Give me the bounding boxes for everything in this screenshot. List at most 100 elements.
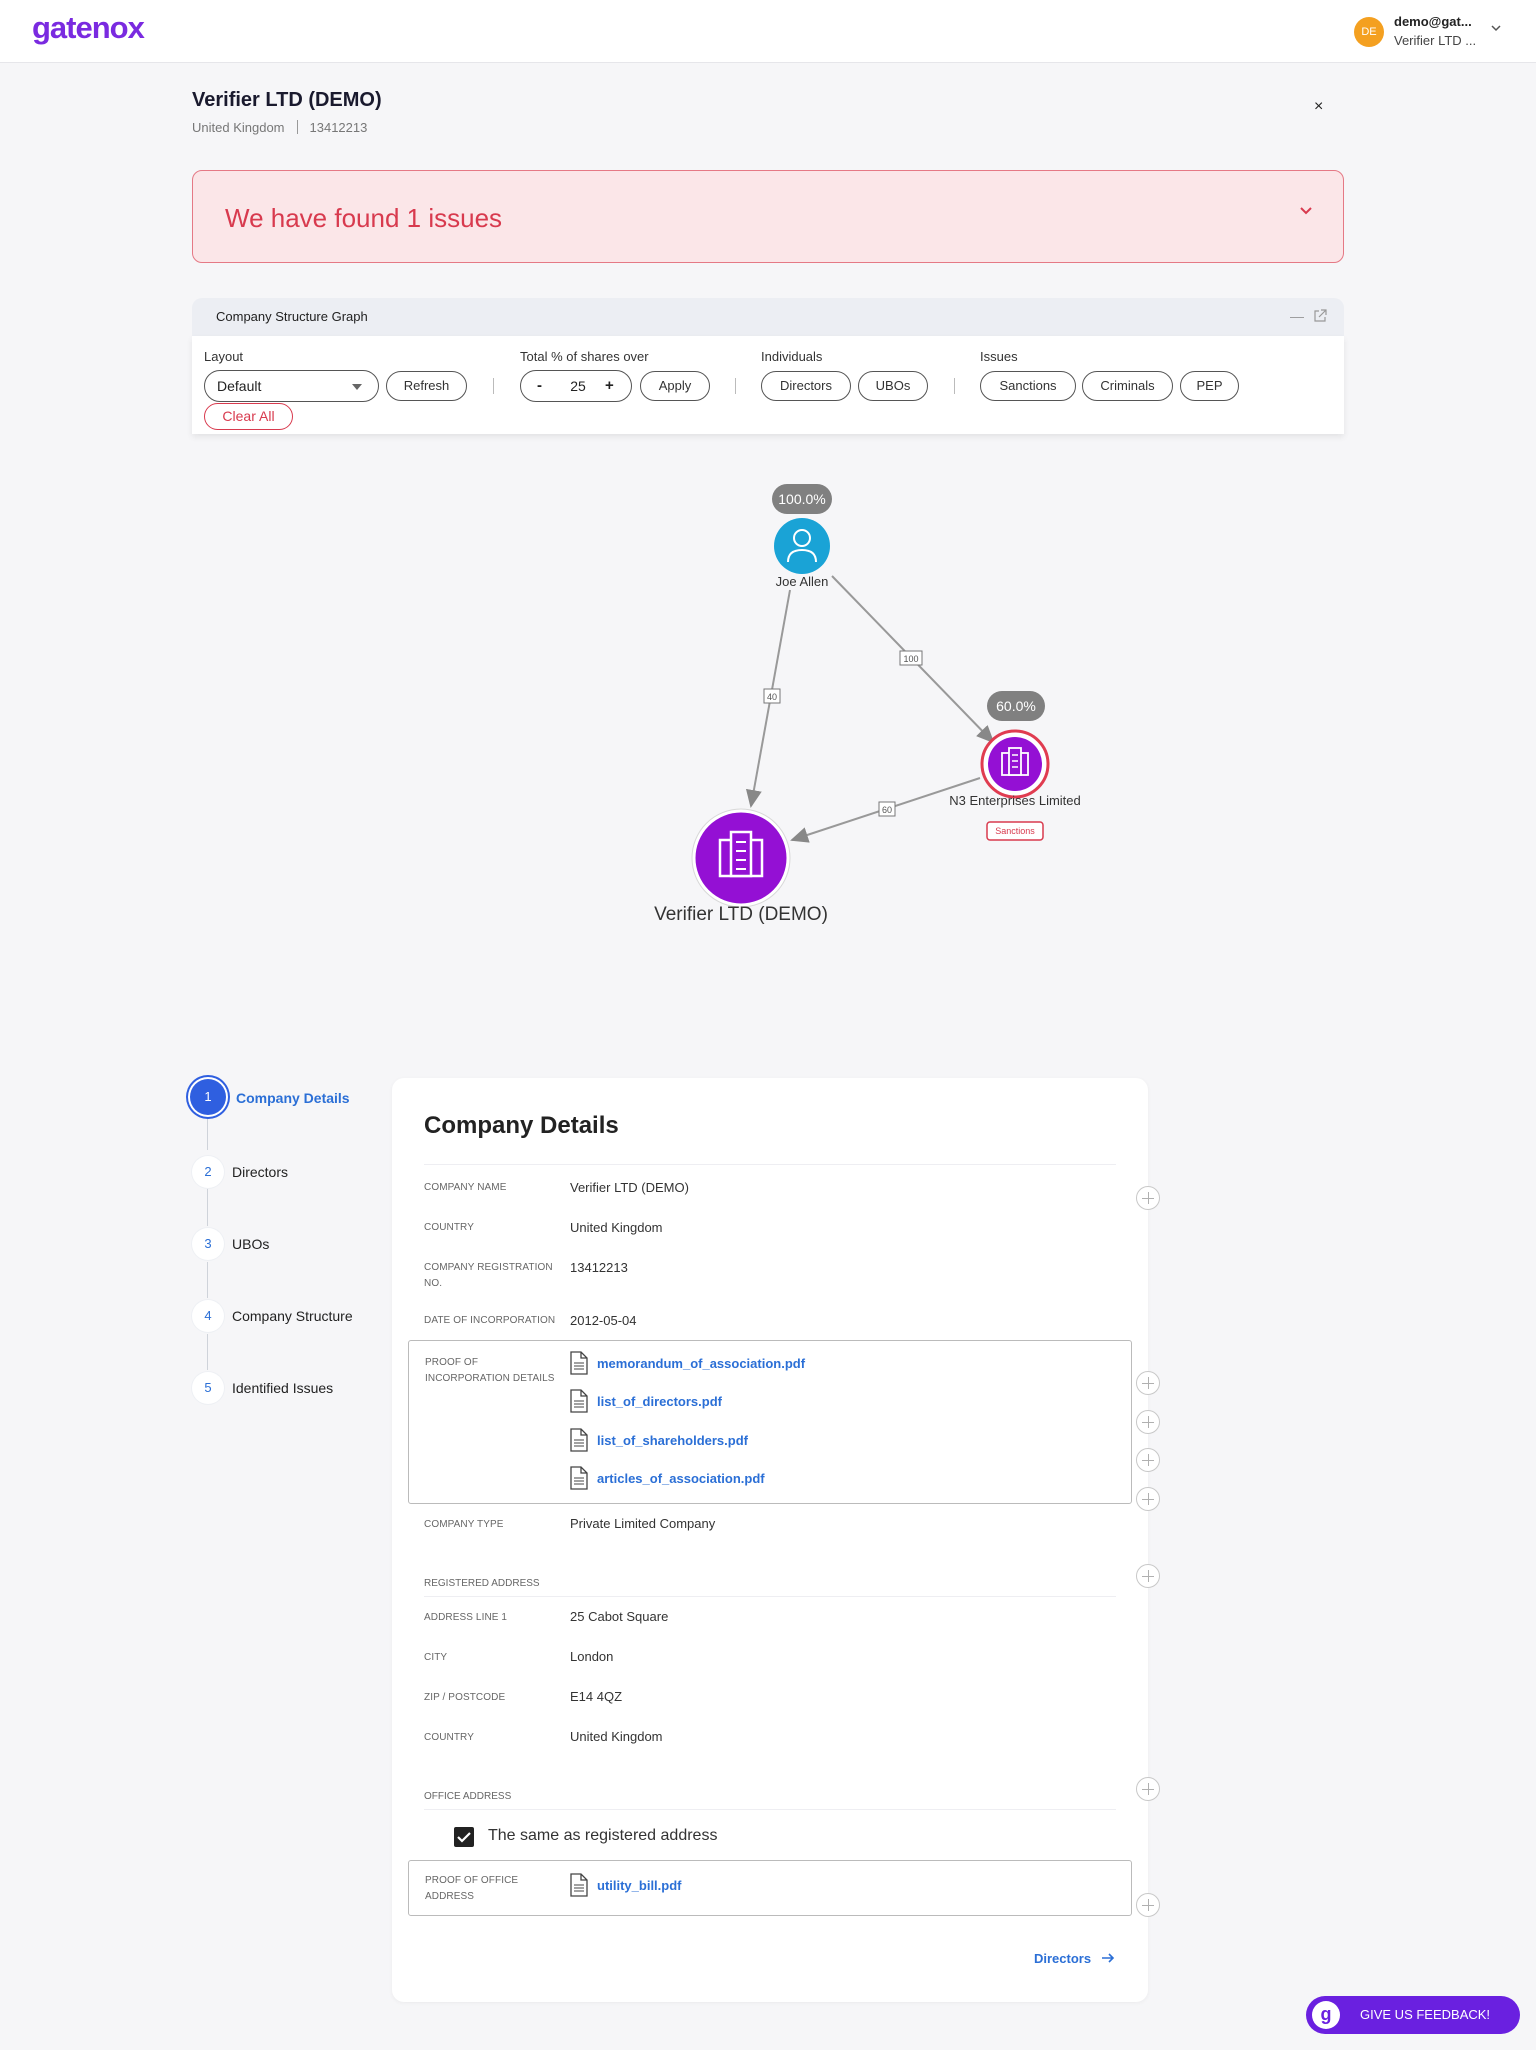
- close-button[interactable]: ×: [1314, 98, 1323, 116]
- section-label: OFFICE ADDRESS: [424, 1791, 512, 1802]
- step-label: Company Details: [236, 1090, 350, 1106]
- graph-node-verifier[interactable]: Verifier LTD (DEMO): [654, 808, 828, 925]
- gatenox-logo[interactable]: gatenox: [32, 10, 145, 46]
- company-name-value: Verifier LTD (DEMO): [570, 1180, 689, 1195]
- ubos-filter-button[interactable]: UBOs: [858, 371, 928, 401]
- pep-filter-button[interactable]: PEP: [1180, 371, 1239, 401]
- step-company-structure[interactable]: 4 Company Structure: [190, 1298, 390, 1334]
- avatar: DE: [1354, 17, 1384, 47]
- top-bar: gatenox DE demo@gat... Verifier LTD ...: [0, 0, 1536, 63]
- node-label: N3 Enterprises Limited: [949, 793, 1081, 808]
- same-address-checkbox[interactable]: [454, 1827, 474, 1847]
- user-organization: Verifier LTD ...: [1394, 33, 1477, 48]
- share-badge: 100.0%: [778, 491, 825, 507]
- add-icon[interactable]: [1136, 1410, 1160, 1434]
- add-icon[interactable]: [1136, 1448, 1160, 1472]
- divider: [954, 378, 955, 394]
- field-label: ZIP / POSTCODE: [424, 1692, 506, 1703]
- section-label: REGISTERED ADDRESS: [424, 1578, 540, 1589]
- graph-node-n3-enterprises[interactable]: 60.0% N3 Enterprises Limited Sanctions: [949, 691, 1081, 841]
- next-label: Directors: [1034, 1951, 1092, 1966]
- date-incorporation-value: 2012-05-04: [570, 1313, 637, 1328]
- step-label: Identified Issues: [232, 1380, 334, 1396]
- address-country-value: United Kingdom: [570, 1729, 663, 1744]
- step-number: 5: [192, 1372, 224, 1404]
- country-value: United Kingdom: [570, 1220, 663, 1235]
- file-link[interactable]: memorandum_of_association.pdf: [597, 1356, 805, 1371]
- step-label: Directors: [232, 1164, 289, 1180]
- sanctions-badge: Sanctions: [995, 826, 1035, 836]
- graph-edge-n3-verifier: 60: [790, 777, 981, 843]
- next-directors-link[interactable]: Directors: [1034, 1951, 1115, 1966]
- same-address-label: The same as registered address: [488, 1827, 718, 1844]
- step-identified-issues[interactable]: 5 Identified Issues: [190, 1370, 390, 1406]
- add-icon[interactable]: [1136, 1487, 1160, 1511]
- sanctions-filter-button[interactable]: Sanctions: [980, 371, 1076, 401]
- file-link[interactable]: list_of_shareholders.pdf: [597, 1433, 748, 1448]
- shares-label: Total % of shares over: [520, 349, 649, 364]
- increment-button[interactable]: +: [605, 377, 614, 394]
- file-link[interactable]: articles_of_association.pdf: [597, 1471, 765, 1486]
- clear-all-button[interactable]: Clear All: [204, 403, 293, 430]
- page-title: Verifier LTD (DEMO): [192, 89, 382, 111]
- document-icon: [570, 1351, 588, 1375]
- add-icon[interactable]: [1136, 1186, 1160, 1210]
- apply-button[interactable]: Apply: [640, 371, 710, 401]
- company-reg-no: 13412213: [309, 120, 368, 135]
- zip-value: E14 4QZ: [570, 1689, 623, 1704]
- graph-node-joe-allen[interactable]: 100.0% Joe Allen: [772, 484, 832, 589]
- field-label: DATE OF INCORPORATION: [424, 1315, 556, 1326]
- add-icon[interactable]: [1136, 1564, 1160, 1588]
- issues-text: We have found 1 issues: [225, 203, 503, 233]
- share-badge: 60.0%: [996, 698, 1036, 714]
- field-label: CITY: [424, 1652, 448, 1663]
- step-connector: [207, 1188, 208, 1226]
- feedback-label: GIVE US FEEDBACK!: [1360, 2007, 1491, 2022]
- graph-controls: Layout Default Refresh Total % of shares…: [192, 336, 1344, 434]
- add-icon[interactable]: [1136, 1893, 1160, 1917]
- edge-label: 100: [903, 654, 918, 664]
- field-label: COMPANY NAME: [424, 1182, 507, 1193]
- open-external-icon[interactable]: [1312, 308, 1328, 324]
- user-email: demo@gat...: [1394, 14, 1472, 29]
- minimize-icon[interactable]: —: [1290, 308, 1304, 324]
- node-label: Verifier LTD (DEMO): [654, 904, 828, 925]
- user-menu[interactable]: DE demo@gat... Verifier LTD ...: [1354, 14, 1519, 50]
- file-link[interactable]: utility_bill.pdf: [597, 1878, 682, 1893]
- add-icon[interactable]: [1136, 1777, 1160, 1801]
- feedback-button[interactable]: g GIVE US FEEDBACK!: [1306, 1996, 1520, 2034]
- step-label: UBOs: [232, 1236, 270, 1252]
- directors-filter-button[interactable]: Directors: [761, 371, 851, 401]
- field-label: COUNTRY: [424, 1222, 474, 1233]
- file-link[interactable]: list_of_directors.pdf: [597, 1394, 722, 1409]
- add-icon[interactable]: [1136, 1371, 1160, 1395]
- criminals-filter-button[interactable]: Criminals: [1082, 371, 1173, 401]
- field-label: COUNTRY: [424, 1732, 474, 1743]
- layout-select-value: Default: [217, 378, 262, 394]
- individuals-label: Individuals: [761, 349, 823, 364]
- step-ubos[interactable]: 3 UBOs: [190, 1226, 390, 1262]
- refresh-button[interactable]: Refresh: [386, 371, 467, 401]
- shares-value[interactable]: 25: [563, 378, 593, 394]
- step-company-details[interactable]: 1 Company Details: [190, 1079, 390, 1115]
- edge-label: 40: [767, 692, 777, 702]
- decrement-button[interactable]: -: [537, 377, 542, 394]
- document-icon: [570, 1873, 588, 1897]
- issues-banner[interactable]: We have found 1 issues: [192, 170, 1344, 263]
- step-connector: [207, 1334, 208, 1370]
- company-subtitle: United Kingdom 13412213: [192, 120, 367, 135]
- document-icon: [570, 1428, 588, 1452]
- node-label: Joe Allen: [776, 574, 829, 589]
- gatenox-g-icon: g: [1312, 2001, 1340, 2029]
- divider: [424, 1809, 1116, 1810]
- check-icon: [457, 1832, 471, 1843]
- layout-select[interactable]: Default: [204, 370, 379, 402]
- graph-panel-title: Company Structure Graph: [216, 309, 368, 324]
- arrow-right-icon: [1101, 1953, 1114, 1963]
- layout-label: Layout: [204, 349, 244, 364]
- step-directors[interactable]: 2 Directors: [190, 1154, 390, 1190]
- graph-edge-joe-verifier: 40: [745, 589, 791, 808]
- chevron-down-icon[interactable]: [1299, 203, 1313, 217]
- step-connector: [207, 1116, 208, 1150]
- company-structure-graph: 40 100 60 100.0% Joe Allen 60.0% N3 Ente…: [654, 484, 1081, 925]
